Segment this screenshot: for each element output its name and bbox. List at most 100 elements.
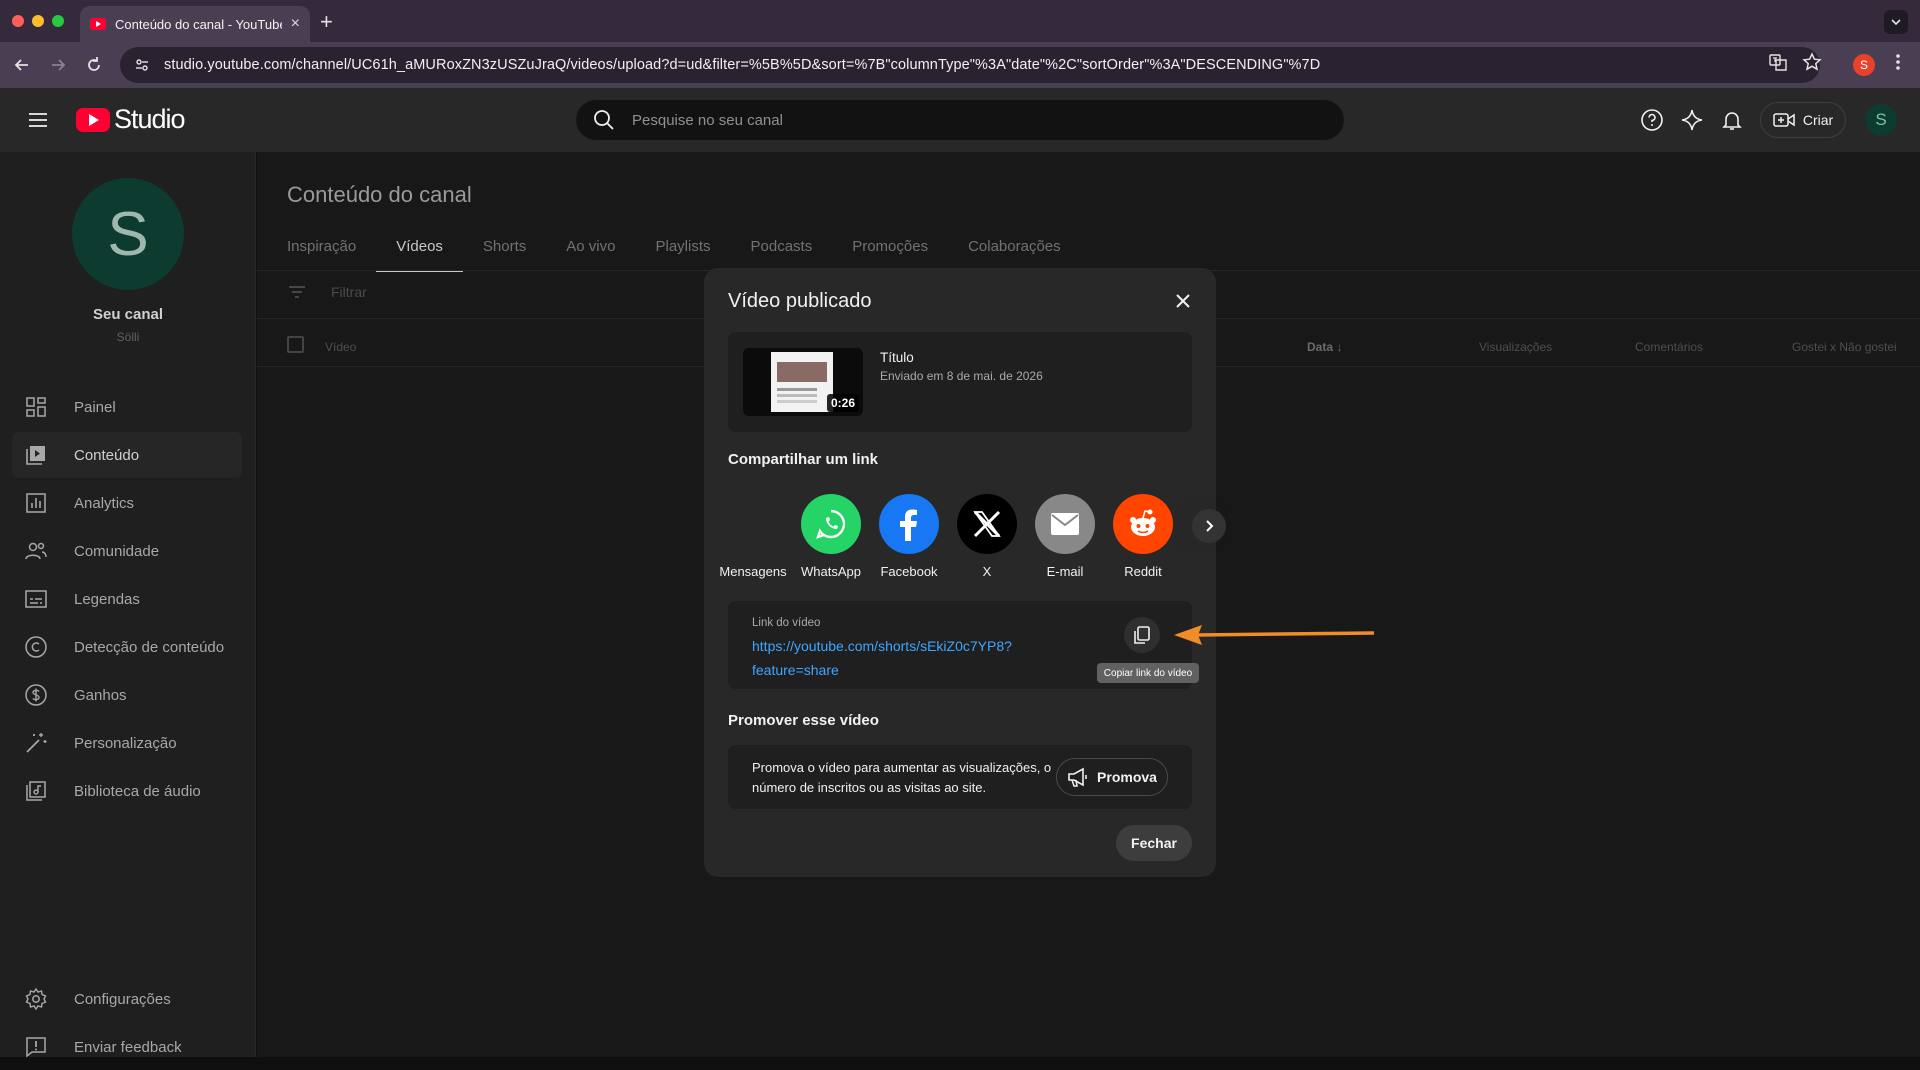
- tab-colaboracoes[interactable]: Colaborações: [948, 238, 1081, 272]
- share-label: Mensagens: [719, 564, 787, 579]
- copy-icon: [1134, 626, 1150, 644]
- copy-link-tooltip: Copiar link do vídeo: [1097, 663, 1199, 683]
- translate-icon[interactable]: [1768, 52, 1788, 72]
- share-email[interactable]: E-mail: [1026, 494, 1104, 579]
- channel-handle: Sölli: [116, 330, 140, 344]
- column-video: Vídeo: [325, 340, 357, 354]
- window-minimize-button[interactable]: [32, 15, 44, 27]
- page-title: Conteúdo do canal: [287, 182, 472, 207]
- youtube-favicon-icon: [90, 18, 106, 30]
- video-thumbnail[interactable]: 0:26: [743, 348, 863, 416]
- browser-tab[interactable]: Conteúdo do canal - YouTube Studio ×: [80, 6, 310, 42]
- browser-profile-avatar[interactable]: S: [1853, 54, 1875, 76]
- whatsapp-icon: [801, 494, 861, 554]
- tab-playlists[interactable]: Playlists: [635, 238, 730, 272]
- share-x[interactable]: X: [948, 494, 1026, 579]
- content-tabs: Inspiração Vídeos Shorts Ao vivo Playlis…: [287, 238, 1081, 272]
- channel-name: Seu canal: [92, 306, 164, 323]
- sidebar-item-feedback[interactable]: Enviar feedback: [12, 1024, 242, 1070]
- share-reddit[interactable]: Reddit: [1104, 494, 1182, 579]
- sidebar-item-biblioteca-audio[interactable]: Biblioteca de áudio: [12, 768, 242, 814]
- close-button[interactable]: Fechar: [1116, 825, 1192, 861]
- url-text: studio.youtube.com/channel/UC61h_aMURoxZ…: [164, 57, 1321, 73]
- sidebar-item-label: Comunidade: [74, 542, 160, 560]
- column-date[interactable]: Data ↓: [1307, 340, 1342, 354]
- browser-tabbar: Conteúdo do canal - YouTube Studio × +: [0, 0, 1920, 42]
- promote-description: Promova o vídeo para aumentar as visuali…: [752, 760, 1052, 795]
- promote-button[interactable]: Promova: [1056, 758, 1168, 796]
- sidebar-item-configuracoes[interactable]: Configurações: [12, 976, 242, 1022]
- email-icon: [1035, 494, 1095, 554]
- share-label: WhatsApp: [801, 564, 861, 579]
- share-label: Reddit: [1124, 564, 1162, 579]
- share-section-title: Compartilhar um link: [728, 451, 879, 468]
- bookmark-star-icon[interactable]: [1802, 52, 1822, 72]
- tab-search-button[interactable]: [1884, 10, 1908, 34]
- sidebar-item-deteccao[interactable]: Detecção de conteúdo: [12, 624, 242, 670]
- video-link-url[interactable]: https://youtube.com/shorts/sEkiZ0c7YP8?f…: [752, 634, 1052, 682]
- sidebar-item-label: Enviar feedback: [74, 1038, 182, 1056]
- thumbnail-image: [771, 352, 833, 412]
- tab-shorts[interactable]: Shorts: [463, 238, 546, 272]
- reload-icon[interactable]: [84, 55, 104, 75]
- create-button[interactable]: Criar: [1760, 102, 1846, 138]
- channel-avatar[interactable]: S: [72, 178, 184, 290]
- sidebar: S Seu canal Sölli Painel Conteúdo Analyt…: [0, 152, 256, 1058]
- select-all-checkbox[interactable]: [287, 336, 304, 353]
- copyright-icon: [25, 636, 47, 658]
- promote-section-title: Promover esse vídeo: [728, 712, 879, 729]
- subtitles-icon: [25, 590, 47, 608]
- share-targets: Mensagens WhatsApp Facebook X E-mail Red…: [719, 494, 1226, 584]
- promote-button-label: Promova: [1097, 769, 1157, 785]
- sidebar-item-label: Personalização: [74, 734, 177, 752]
- sidebar-item-label: Biblioteca de áudio: [74, 782, 201, 800]
- tab-close-icon[interactable]: ×: [291, 15, 300, 33]
- sidebar-item-label: Analytics: [74, 494, 135, 512]
- forward-arrow-icon[interactable]: [48, 55, 68, 75]
- more-vert-icon[interactable]: [1888, 52, 1908, 72]
- tab-podcasts[interactable]: Podcasts: [731, 238, 833, 272]
- browser-toolbar: studio.youtube.com/channel/UC61h_aMURoxZ…: [0, 42, 1920, 88]
- filter-bar[interactable]: Filtrar: [287, 282, 367, 302]
- community-icon: [25, 542, 47, 560]
- dialog-title: Vídeo publicado: [728, 290, 872, 312]
- sparkle-icon[interactable]: [1680, 108, 1704, 132]
- share-label: X: [982, 564, 992, 579]
- studio-header: Studio Pesquise no seu canal Criar S: [0, 88, 1920, 152]
- tab-ao-vivo[interactable]: Ao vivo: [546, 238, 635, 272]
- video-title: Título: [880, 350, 914, 365]
- notifications-bell-icon[interactable]: [1720, 108, 1744, 132]
- sidebar-item-legendas[interactable]: Legendas: [12, 576, 242, 622]
- address-bar[interactable]: studio.youtube.com/channel/UC61h_aMURoxZ…: [120, 47, 1820, 83]
- share-whatsapp[interactable]: WhatsApp: [792, 494, 870, 579]
- window-close-button[interactable]: [12, 15, 24, 27]
- tab-title: Conteúdo do canal - YouTube Studio: [115, 16, 282, 32]
- back-arrow-icon[interactable]: [12, 55, 32, 75]
- video-duration: 0:26: [826, 394, 859, 412]
- search-input[interactable]: Pesquise no seu canal: [576, 100, 1344, 140]
- sidebar-item-ganhos[interactable]: Ganhos: [12, 672, 242, 718]
- window-zoom-button[interactable]: [52, 15, 64, 27]
- share-next-button[interactable]: [1192, 509, 1226, 543]
- close-icon[interactable]: [1170, 288, 1196, 314]
- sidebar-item-label: Conteúdo: [74, 446, 140, 464]
- tab-inspiracao[interactable]: Inspiração: [287, 238, 376, 272]
- studio-logo[interactable]: Studio: [76, 104, 186, 135]
- sidebar-item-conteudo[interactable]: Conteúdo: [12, 432, 242, 478]
- tab-promocoes[interactable]: Promoções: [832, 238, 948, 272]
- menu-icon[interactable]: [26, 108, 50, 132]
- new-tab-button[interactable]: +: [320, 9, 333, 35]
- tab-videos[interactable]: Vídeos: [376, 238, 463, 272]
- share-facebook[interactable]: Facebook: [870, 494, 948, 579]
- copy-link-button[interactable]: [1124, 617, 1160, 653]
- sidebar-item-painel[interactable]: Painel: [12, 384, 242, 430]
- account-avatar[interactable]: S: [1865, 104, 1897, 136]
- sidebar-item-personalizacao[interactable]: Personalização: [12, 720, 242, 766]
- share-messages[interactable]: Mensagens: [714, 494, 792, 579]
- help-icon[interactable]: [1640, 108, 1664, 132]
- filter-placeholder: Filtrar: [331, 284, 367, 300]
- sidebar-item-comunidade[interactable]: Comunidade: [12, 528, 242, 574]
- create-button-label: Criar: [1802, 112, 1834, 128]
- site-settings-icon[interactable]: [134, 57, 150, 73]
- sidebar-item-analytics[interactable]: Analytics: [12, 480, 242, 526]
